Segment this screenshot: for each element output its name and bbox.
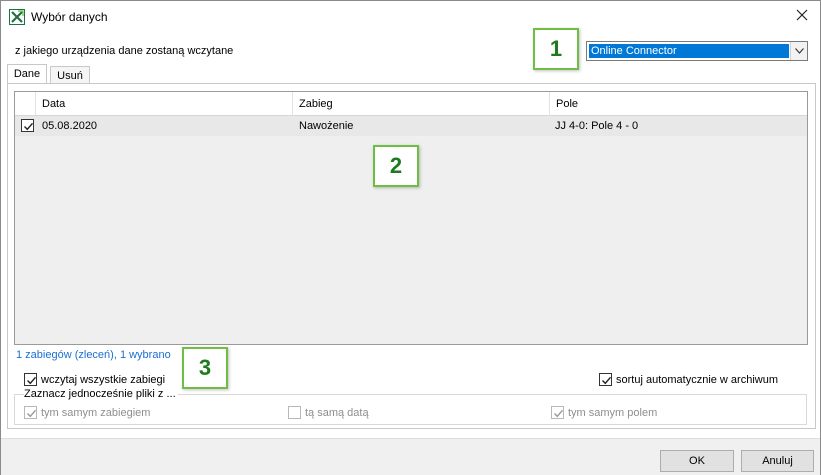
load-all-label: wczytaj wszystkie zabiegi bbox=[41, 374, 166, 386]
same-date-checkbox[interactable]: tą samą datą bbox=[288, 406, 448, 420]
source-device-dropdown[interactable]: Online Connector bbox=[586, 41, 808, 61]
sort-auto-checkbox[interactable]: sortuj automatycznie w archiwum bbox=[599, 373, 799, 387]
same-treatment-label: tym samym zabiegiem bbox=[41, 407, 151, 419]
cell-pole: JJ 4-0: Pole 4 - 0 bbox=[555, 120, 639, 132]
sort-auto-label: sortuj automatycznie w archiwum bbox=[616, 374, 779, 386]
cancel-button[interactable]: Anuluj bbox=[741, 450, 814, 472]
same-date-label: tą samą datą bbox=[305, 407, 369, 419]
dialog-window: Wybór danych z jakiego urządzenia dane z… bbox=[0, 0, 821, 475]
callout-badge-1: 1 bbox=[533, 28, 579, 70]
close-icon[interactable] bbox=[794, 7, 810, 23]
column-header-data[interactable]: Data bbox=[35, 92, 292, 116]
ok-button[interactable]: OK bbox=[660, 450, 734, 472]
column-header-zabieg[interactable]: Zabieg bbox=[292, 92, 549, 116]
row-checkbox[interactable] bbox=[21, 119, 34, 139]
window-title: Wybór danych bbox=[31, 10, 108, 24]
title-bar: Wybór danych bbox=[1, 1, 820, 33]
excel-app-icon bbox=[9, 9, 25, 25]
same-field-label: tym samym polem bbox=[568, 407, 658, 419]
select-together-title: Zaznacz jednocześnie pliki z ... bbox=[24, 388, 178, 400]
callout-badge-3: 3 bbox=[182, 347, 228, 389]
tab-dane[interactable]: Dane bbox=[7, 64, 47, 85]
grid-header: Data Zabieg Pole bbox=[15, 92, 807, 116]
same-treatment-checkbox[interactable]: tym samym zabiegiem bbox=[24, 406, 184, 420]
tab-usun[interactable]: Usuń bbox=[50, 66, 90, 84]
source-device-label: z jakiego urządzenia dane zostaną wczyta… bbox=[15, 45, 234, 57]
selection-count-text: 1 zabiegów (zleceń), 1 wybrano bbox=[16, 349, 171, 361]
load-all-checkbox[interactable]: wczytaj wszystkie zabiegi bbox=[24, 373, 194, 387]
treatments-grid: Data Zabieg Pole 05.08.2020 Nawożenie JJ… bbox=[14, 91, 808, 345]
chevron-down-icon[interactable] bbox=[790, 42, 807, 60]
cell-data: 05.08.2020 bbox=[42, 120, 98, 132]
same-field-checkbox[interactable]: tym samym polem bbox=[551, 406, 711, 420]
column-header-pole[interactable]: Pole bbox=[549, 92, 807, 116]
table-row[interactable]: 05.08.2020 Nawożenie JJ 4-0: Pole 4 - 0 bbox=[15, 116, 807, 136]
cell-zabieg: Nawożenie bbox=[299, 120, 354, 132]
header-check-column bbox=[15, 92, 35, 116]
callout-badge-2: 2 bbox=[373, 145, 419, 187]
source-device-value: Online Connector bbox=[589, 44, 789, 58]
